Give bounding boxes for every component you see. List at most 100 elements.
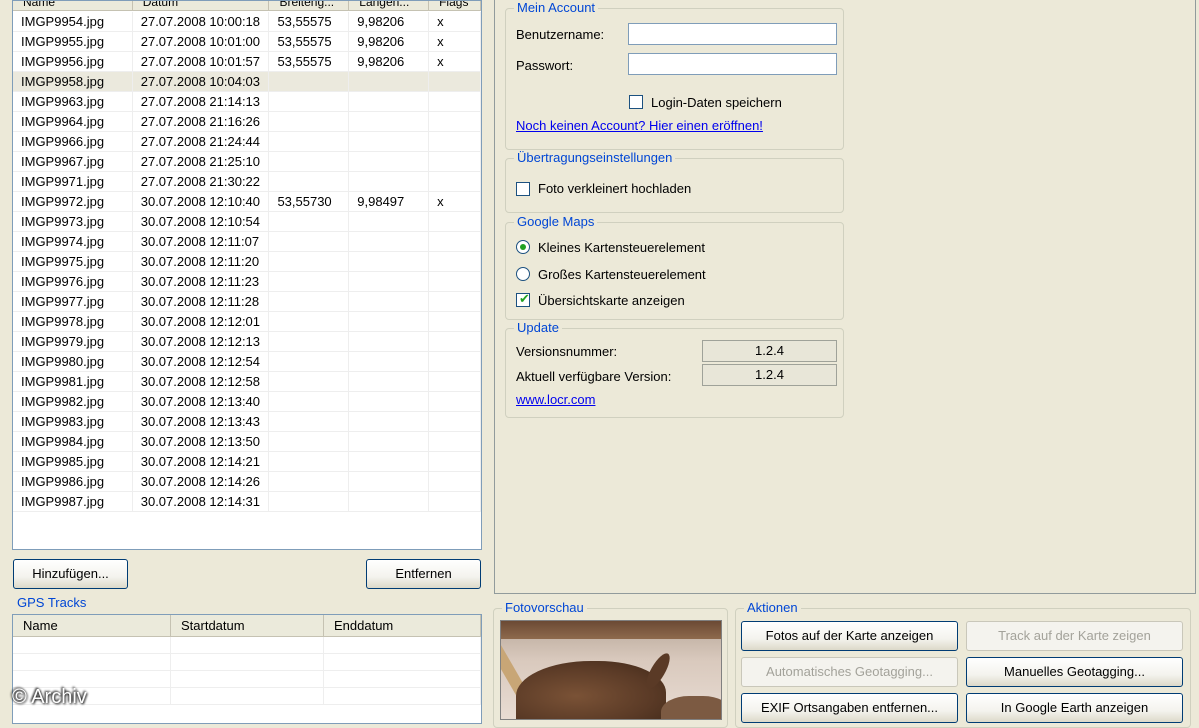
row-name: IMGP9981.jpg — [13, 372, 133, 391]
row-flags — [429, 352, 481, 371]
row-name: IMGP9967.jpg — [13, 152, 133, 171]
row-latitude: 53,55575 — [269, 52, 350, 71]
auto-geotagging-button[interactable]: Automatisches Geotagging... — [741, 657, 958, 687]
row-longitude — [349, 292, 430, 311]
table-row[interactable]: IMGP9964.jpg 27.07.2008 21:16:26 — [13, 112, 481, 132]
table-row[interactable]: IMGP9985.jpg 30.07.2008 12:14:21 — [13, 452, 481, 472]
overview-map-checkbox[interactable]: ✔ — [516, 291, 530, 307]
username-input[interactable] — [628, 23, 837, 45]
row-longitude — [349, 472, 430, 491]
table-row[interactable]: IMGP9984.jpg 30.07.2008 12:13:50 — [13, 432, 481, 452]
table-row[interactable]: IMGP9977.jpg 30.07.2008 12:11:28 — [13, 292, 481, 312]
row-flags — [429, 272, 481, 291]
row-flags — [429, 252, 481, 271]
row-longitude — [349, 372, 430, 391]
row-flags — [429, 312, 481, 331]
row-date: 30.07.2008 12:12:01 — [133, 312, 270, 331]
row-latitude — [269, 172, 350, 191]
row-flags — [429, 372, 481, 391]
add-photos-button[interactable]: Hinzufügen... — [13, 559, 128, 589]
row-name: IMGP9982.jpg — [13, 392, 133, 411]
column-header-flags[interactable]: Flags — [429, 1, 481, 10]
table-row[interactable]: IMGP9975.jpg 30.07.2008 12:11:20 — [13, 252, 481, 272]
table-row — [13, 637, 481, 654]
gps-column-end-date[interactable]: Enddatum — [324, 615, 481, 636]
table-row[interactable]: IMGP9956.jpg 27.07.2008 10:01:57 53,55575 9… — [13, 52, 481, 72]
row-name: IMGP9979.jpg — [13, 332, 133, 351]
version-label: Versionsnummer: — [516, 344, 618, 359]
row-date: 27.07.2008 21:14:13 — [133, 92, 270, 111]
row-longitude: 9,98206 — [349, 32, 430, 51]
google-earth-button[interactable]: In Google Earth anzeigen — [966, 693, 1183, 723]
table-row[interactable]: IMGP9982.jpg 30.07.2008 12:13:40 — [13, 392, 481, 412]
remove-photos-button[interactable]: Entfernen — [366, 559, 481, 589]
row-name: IMGP9954.jpg — [13, 12, 133, 31]
column-header-latitude[interactable]: Breiteng... — [269, 1, 350, 10]
row-date: 30.07.2008 12:13:43 — [133, 412, 270, 431]
row-latitude — [269, 352, 350, 371]
remove-exif-location-button[interactable]: EXIF Ortsangaben entfernen... — [741, 693, 958, 723]
row-name: IMGP9986.jpg — [13, 472, 133, 491]
table-row[interactable]: IMGP9954.jpg 27.07.2008 10:00:18 53,55575 9… — [13, 12, 481, 32]
table-row[interactable]: IMGP9981.jpg 30.07.2008 12:12:58 — [13, 372, 481, 392]
row-longitude — [349, 272, 430, 291]
row-flags — [429, 492, 481, 511]
table-row[interactable]: IMGP9979.jpg 30.07.2008 12:12:13 — [13, 332, 481, 352]
row-latitude — [269, 292, 350, 311]
photo-preview-image — [500, 620, 722, 720]
row-date: 30.07.2008 12:13:50 — [133, 432, 270, 451]
table-row[interactable]: IMGP9983.jpg 30.07.2008 12:13:43 — [13, 412, 481, 432]
website-link[interactable]: www.locr.com — [516, 392, 595, 407]
table-row[interactable]: IMGP9974.jpg 30.07.2008 12:11:07 — [13, 232, 481, 252]
show-track-on-map-button[interactable]: Track auf der Karte zeigen — [966, 621, 1183, 651]
row-name: IMGP9985.jpg — [13, 452, 133, 471]
table-row[interactable]: IMGP9966.jpg 27.07.2008 21:24:44 — [13, 132, 481, 152]
table-row[interactable]: IMGP9986.jpg 30.07.2008 12:14:26 — [13, 472, 481, 492]
column-header-name[interactable]: Name — [13, 1, 133, 10]
row-latitude — [269, 272, 350, 291]
table-row[interactable]: IMGP9973.jpg 30.07.2008 12:10:54 — [13, 212, 481, 232]
table-row[interactable]: IMGP9967.jpg 27.07.2008 21:25:10 — [13, 152, 481, 172]
row-latitude — [269, 332, 350, 351]
large-control-radio[interactable] — [516, 267, 530, 281]
small-control-radio[interactable] — [516, 240, 530, 254]
resize-photo-checkbox[interactable] — [516, 182, 530, 196]
row-date: 30.07.2008 12:10:40 — [133, 192, 270, 211]
row-longitude — [349, 412, 430, 431]
table-row[interactable]: IMGP9958.jpg 27.07.2008 10:04:03 — [13, 72, 481, 92]
gps-column-start-date[interactable]: Startdatum — [171, 615, 324, 636]
row-flags — [429, 112, 481, 131]
column-header-date[interactable]: Datum — [133, 1, 270, 10]
row-flags — [429, 172, 481, 191]
row-date: 27.07.2008 10:00:18 — [133, 12, 270, 31]
version-value: 1.2.4 — [702, 340, 837, 362]
row-name: IMGP9987.jpg — [13, 492, 133, 511]
save-login-checkbox[interactable] — [629, 95, 643, 109]
show-photos-on-map-button[interactable]: Fotos auf der Karte anzeigen — [741, 621, 958, 651]
row-latitude — [269, 152, 350, 171]
gps-column-name[interactable]: Name — [13, 615, 171, 636]
table-row[interactable]: IMGP9971.jpg 27.07.2008 21:30:22 — [13, 172, 481, 192]
photo-list[interactable]: Name Datum Breiteng... Längen... Flags I… — [12, 0, 482, 550]
column-header-longitude[interactable]: Längen... — [349, 1, 430, 10]
row-longitude — [349, 392, 430, 411]
available-version-value: 1.2.4 — [702, 364, 837, 386]
table-row[interactable]: IMGP9987.jpg 30.07.2008 12:14:31 — [13, 492, 481, 512]
table-row[interactable]: IMGP9955.jpg 27.07.2008 10:01:00 53,55575 9… — [13, 32, 481, 52]
signup-link[interactable]: Noch keinen Account? Hier einen eröffnen… — [516, 118, 763, 133]
photo-list-body: IMGP9954.jpg 27.07.2008 10:00:18 53,55575 9… — [13, 12, 481, 512]
manual-geotagging-button[interactable]: Manuelles Geotagging... — [966, 657, 1183, 687]
table-row[interactable]: IMGP9978.jpg 30.07.2008 12:12:01 — [13, 312, 481, 332]
table-row[interactable]: IMGP9980.jpg 30.07.2008 12:12:54 — [13, 352, 481, 372]
gps-tracks-title: GPS Tracks — [14, 596, 90, 610]
password-input[interactable] — [628, 53, 837, 75]
row-longitude — [349, 152, 430, 171]
table-row[interactable]: IMGP9972.jpg 30.07.2008 12:10:40 53,55730 9… — [13, 192, 481, 212]
transfer-group: Übertragungseinstellungen Foto verkleine… — [505, 151, 844, 213]
row-flags — [429, 332, 481, 351]
table-row[interactable]: IMGP9963.jpg 27.07.2008 21:14:13 — [13, 92, 481, 112]
row-date: 27.07.2008 10:04:03 — [133, 72, 270, 91]
row-latitude — [269, 212, 350, 231]
row-flags — [429, 392, 481, 411]
table-row[interactable]: IMGP9976.jpg 30.07.2008 12:11:23 — [13, 272, 481, 292]
